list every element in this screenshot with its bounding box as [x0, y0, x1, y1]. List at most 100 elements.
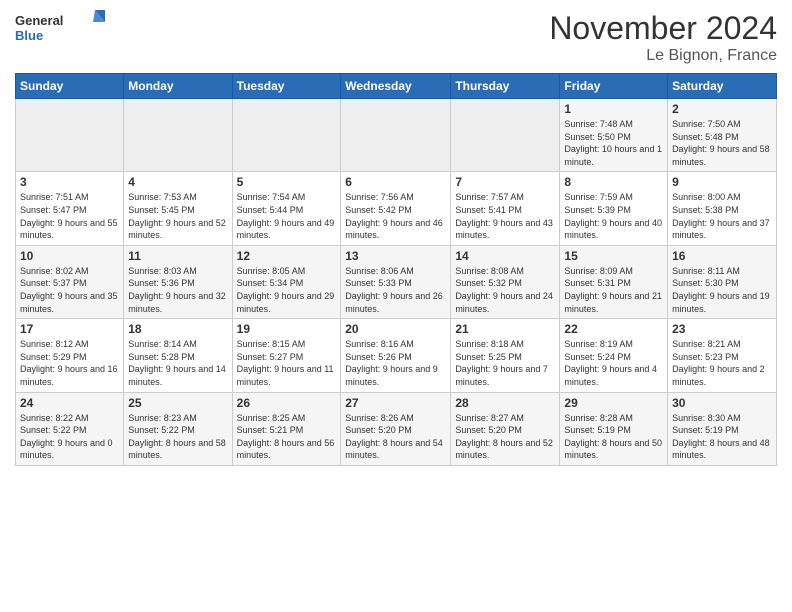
cell-w3-d2: 11 Sunrise: 8:03 AMSunset: 5:36 PMDayligh… [124, 245, 232, 318]
cell-w1-d5 [451, 99, 560, 172]
cell-w2-d3: 5 Sunrise: 7:54 AMSunset: 5:44 PMDaylight… [232, 172, 341, 245]
week-row-3: 10Sunrise: 8:02 AMSunset: 5:37 PMDayligh… [16, 245, 777, 318]
cell-w5-d4: 27Sunrise: 8:26 AMSunset: 5:20 PMDayligh… [341, 392, 451, 465]
cell-w4-d4: 20 Sunrise: 8:16 AMSunset: 5:26 PMDayligh… [341, 319, 451, 392]
day-info-11: Sunrise: 8:03 AMSunset: 5:36 PMDaylight:… [128, 265, 227, 315]
day-number-29: 29 [564, 396, 663, 410]
cell-w2-d6: 8 Sunrise: 7:59 AMSunset: 5:39 PMDaylight… [560, 172, 668, 245]
day-number-25: 25 [128, 396, 227, 410]
cell-w4-d6: 22 Sunrise: 8:19 AMSunset: 5:24 PMDayligh… [560, 319, 668, 392]
day-info-13: Sunrise: 8:06 AMSunset: 5:33 PMDaylight:… [345, 265, 446, 315]
day-number-4: 4 [128, 175, 227, 189]
cell-w3-d6: 15 Sunrise: 8:09 AMSunset: 5:31 PMDayligh… [560, 245, 668, 318]
calendar-table: Sunday Monday Tuesday Wednesday Thursday… [15, 73, 777, 466]
cell-w4-d5: 21 Sunrise: 8:18 AMSunset: 5:25 PMDayligh… [451, 319, 560, 392]
day-number-15: 15 [564, 249, 663, 263]
svg-text:Blue: Blue [15, 28, 43, 43]
cell-w2-d5: 7 Sunrise: 7:57 AMSunset: 5:41 PMDaylight… [451, 172, 560, 245]
day-info-28: Sunrise: 8:27 AMSunset: 5:20 PMDaylight:… [455, 412, 555, 462]
cell-w4-d3: 19 Sunrise: 8:15 AMSunset: 5:27 PMDayligh… [232, 319, 341, 392]
calendar-page: General Blue November 2024 Le Bignon, Fr… [0, 0, 792, 612]
day-info-20: Sunrise: 8:16 AMSunset: 5:26 PMDaylight:… [345, 338, 446, 388]
day-number-1: 1 [564, 102, 663, 116]
day-info-8: Sunrise: 7:59 AMSunset: 5:39 PMDaylight:… [564, 191, 663, 241]
day-info-4: Sunrise: 7:53 AMSunset: 5:45 PMDaylight:… [128, 191, 227, 241]
day-number-5: 5 [237, 175, 337, 189]
day-number-3: 3 [20, 175, 119, 189]
header-tuesday: Tuesday [232, 74, 341, 99]
day-info-2: Sunrise: 7:50 AMSunset: 5:48 PMDaylight:… [672, 118, 772, 168]
day-number-8: 8 [564, 175, 663, 189]
cell-w4-d7: 23Sunrise: 8:21 AMSunset: 5:23 PMDayligh… [668, 319, 777, 392]
week-row-1: 1Sunrise: 7:48 AMSunset: 5:50 PMDaylight… [16, 99, 777, 172]
week-row-5: 24Sunrise: 8:22 AMSunset: 5:22 PMDayligh… [16, 392, 777, 465]
day-number-7: 7 [455, 175, 555, 189]
day-info-3: Sunrise: 7:51 AMSunset: 5:47 PMDaylight:… [20, 191, 119, 241]
cell-w5-d3: 26Sunrise: 8:25 AMSunset: 5:21 PMDayligh… [232, 392, 341, 465]
cell-w5-d6: 29 Sunrise: 8:28 AMSunset: 5:19 PMDayligh… [560, 392, 668, 465]
day-info-9: Sunrise: 8:00 AMSunset: 5:38 PMDaylight:… [672, 191, 772, 241]
subtitle: Le Bignon, France [549, 47, 777, 65]
cell-w1-d4 [341, 99, 451, 172]
day-info-25: Sunrise: 8:23 AMSunset: 5:22 PMDaylight:… [128, 412, 227, 462]
day-info-12: Sunrise: 8:05 AMSunset: 5:34 PMDaylight:… [237, 265, 337, 315]
logo-svg: General Blue [15, 10, 105, 45]
day-number-30: 30 [672, 396, 772, 410]
cell-w3-d5: 14 Sunrise: 8:08 AMSunset: 5:32 PMDayligh… [451, 245, 560, 318]
title-block: November 2024 Le Bignon, France [549, 10, 777, 65]
day-number-18: 18 [128, 322, 227, 336]
header-sunday: Sunday [16, 74, 124, 99]
main-title: November 2024 [549, 10, 777, 47]
day-number-9: 9 [672, 175, 772, 189]
week-row-4: 17 Sunrise: 8:12 AMSunset: 5:29 PMDayligh… [16, 319, 777, 392]
cell-w2-d1: 3 Sunrise: 7:51 AMSunset: 5:47 PMDaylight… [16, 172, 124, 245]
cell-w5-d2: 25 Sunrise: 8:23 AMSunset: 5:22 PMDayligh… [124, 392, 232, 465]
day-number-20: 20 [345, 322, 446, 336]
header-friday: Friday [560, 74, 668, 99]
day-info-18: Sunrise: 8:14 AMSunset: 5:28 PMDaylight:… [128, 338, 227, 388]
cell-w2-d4: 6 Sunrise: 7:56 AMSunset: 5:42 PMDaylight… [341, 172, 451, 245]
day-number-2: 2 [672, 102, 772, 116]
day-info-29: Sunrise: 8:28 AMSunset: 5:19 PMDaylight:… [564, 412, 663, 462]
cell-w1-d6: 1Sunrise: 7:48 AMSunset: 5:50 PMDaylight… [560, 99, 668, 172]
calendar-header: Sunday Monday Tuesday Wednesday Thursday… [16, 74, 777, 99]
day-info-14: Sunrise: 8:08 AMSunset: 5:32 PMDaylight:… [455, 265, 555, 315]
cell-w1-d3 [232, 99, 341, 172]
day-number-12: 12 [237, 249, 337, 263]
day-info-5: Sunrise: 7:54 AMSunset: 5:44 PMDaylight:… [237, 191, 337, 241]
day-number-19: 19 [237, 322, 337, 336]
day-info-7: Sunrise: 7:57 AMSunset: 5:41 PMDaylight:… [455, 191, 555, 241]
day-number-22: 22 [564, 322, 663, 336]
calendar-body: 1Sunrise: 7:48 AMSunset: 5:50 PMDaylight… [16, 99, 777, 466]
cell-w1-d1 [16, 99, 124, 172]
header-monday: Monday [124, 74, 232, 99]
header: General Blue November 2024 Le Bignon, Fr… [15, 10, 777, 65]
day-number-21: 21 [455, 322, 555, 336]
cell-w4-d2: 18 Sunrise: 8:14 AMSunset: 5:28 PMDayligh… [124, 319, 232, 392]
day-number-11: 11 [128, 249, 227, 263]
day-info-10: Sunrise: 8:02 AMSunset: 5:37 PMDaylight:… [20, 265, 119, 315]
header-row: Sunday Monday Tuesday Wednesday Thursday… [16, 74, 777, 99]
header-thursday: Thursday [451, 74, 560, 99]
week-row-2: 3 Sunrise: 7:51 AMSunset: 5:47 PMDaylight… [16, 172, 777, 245]
day-info-16: Sunrise: 8:11 AMSunset: 5:30 PMDaylight:… [672, 265, 772, 315]
day-info-6: Sunrise: 7:56 AMSunset: 5:42 PMDaylight:… [345, 191, 446, 241]
day-info-27: Sunrise: 8:26 AMSunset: 5:20 PMDaylight:… [345, 412, 446, 462]
day-info-21: Sunrise: 8:18 AMSunset: 5:25 PMDaylight:… [455, 338, 555, 388]
day-number-14: 14 [455, 249, 555, 263]
cell-w3-d4: 13Sunrise: 8:06 AMSunset: 5:33 PMDayligh… [341, 245, 451, 318]
svg-text:General: General [15, 13, 63, 28]
day-number-28: 28 [455, 396, 555, 410]
day-info-26: Sunrise: 8:25 AMSunset: 5:21 PMDaylight:… [237, 412, 337, 462]
day-info-24: Sunrise: 8:22 AMSunset: 5:22 PMDaylight:… [20, 412, 119, 462]
day-info-22: Sunrise: 8:19 AMSunset: 5:24 PMDaylight:… [564, 338, 663, 388]
day-number-6: 6 [345, 175, 446, 189]
logo: General Blue [15, 10, 105, 45]
cell-w1-d2 [124, 99, 232, 172]
day-info-19: Sunrise: 8:15 AMSunset: 5:27 PMDaylight:… [237, 338, 337, 388]
day-number-17: 17 [20, 322, 119, 336]
cell-w2-d7: 9 Sunrise: 8:00 AMSunset: 5:38 PMDaylight… [668, 172, 777, 245]
day-info-15: Sunrise: 8:09 AMSunset: 5:31 PMDaylight:… [564, 265, 663, 315]
day-number-23: 23 [672, 322, 772, 336]
day-info-17: Sunrise: 8:12 AMSunset: 5:29 PMDaylight:… [20, 338, 119, 388]
